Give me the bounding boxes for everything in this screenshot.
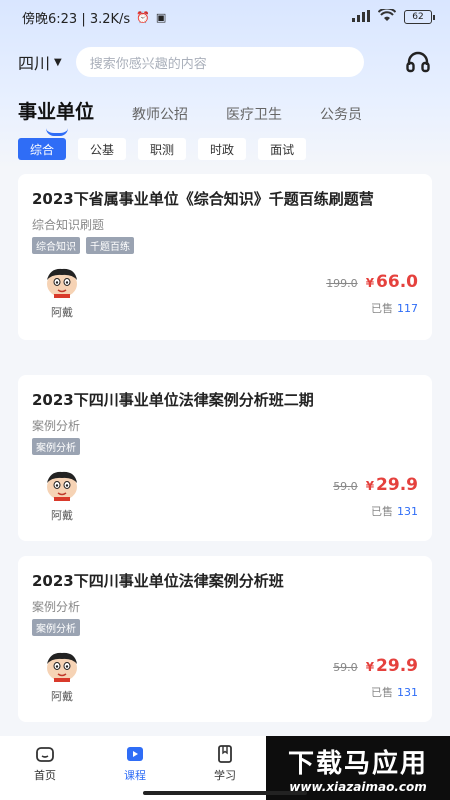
nav-label: 学习 <box>214 769 236 782</box>
course-meta: 阿戴 59.0 ¥29.9 已售 131 <box>32 650 418 706</box>
tab-medical[interactable]: 医疗卫生 <box>226 104 282 130</box>
filter-public-basics[interactable]: 公基 <box>78 138 127 160</box>
tab-label: 事业单位 <box>18 101 95 123</box>
original-price: 59.0 <box>333 661 358 674</box>
tab-label: 医疗卫生 <box>226 107 283 123</box>
price-value: 29.9 <box>376 475 418 495</box>
course-tag: 案例分析 <box>32 438 80 455</box>
search-placeholder: 搜索你感兴趣的内容 <box>89 56 207 72</box>
tab-label: 教师公招 <box>132 107 189 123</box>
alarm-icon: ⏰ <box>136 10 150 24</box>
teacher-avatar <box>42 469 82 501</box>
sold-count: 已售 117 <box>371 300 418 316</box>
course-tags: 案例分析 <box>32 438 418 455</box>
nav-label: 首页 <box>34 769 56 782</box>
nav-label: 课程 <box>124 769 146 782</box>
sold-label: 已售 <box>371 302 393 315</box>
course-tags: 案例分析 <box>32 619 418 636</box>
course-tag: 综合知识 <box>32 237 80 254</box>
sold-number: 117 <box>397 302 418 315</box>
top-header: 四川 ▼ 搜索你感兴趣的内容 <box>0 44 450 80</box>
headset-icon[interactable] <box>404 48 432 76</box>
teacher-info: 阿戴 <box>40 266 84 320</box>
home-indicator[interactable] <box>143 791 307 795</box>
current-price: ¥29.9 <box>366 656 418 676</box>
course-title: 2023下四川事业单位法律案例分析班二期 <box>32 391 314 409</box>
teacher-name: 阿戴 <box>51 690 73 703</box>
current-price: ¥66.0 <box>366 272 418 292</box>
filter-current-affairs[interactable]: 时政 <box>198 138 247 160</box>
teacher-avatar <box>42 266 82 298</box>
course-meta: 阿戴 59.0 ¥29.9 已售 131 <box>32 469 418 525</box>
sold-count: 已售 131 <box>371 684 418 700</box>
course-tag: 案例分析 <box>32 619 80 636</box>
teacher-info: 阿戴 <box>40 469 84 523</box>
sold-count: 已售 131 <box>371 503 418 519</box>
filter-interview[interactable]: 面试 <box>258 138 307 160</box>
course-card[interactable]: 2023下四川事业单位法律案例分析班二期 案例分析 案例分析 阿戴 59.0 ¥… <box>18 375 432 541</box>
course-card[interactable]: 2023下四川事业单位法律案例分析班 案例分析 案例分析 阿戴 59.0 ¥ 2… <box>18 556 432 722</box>
tab-public-institution[interactable]: 事业单位 <box>18 97 95 136</box>
category-tabs: 事业单位 教师公招 医疗卫生 公务员 <box>0 96 450 136</box>
tab-civil-servant[interactable]: 公务员 <box>320 104 362 130</box>
subject-filter: 综合 公基 职测 时政 面试 <box>0 138 450 160</box>
teacher-name: 阿戴 <box>51 509 73 522</box>
search-input[interactable]: 搜索你感兴趣的内容 <box>75 47 364 77</box>
nfc-icon: ▣ <box>155 10 167 24</box>
teacher-name: 阿戴 <box>51 306 73 319</box>
status-time: 傍晚6:23 | 3.2K/s <box>22 11 131 27</box>
tab-label: 公务员 <box>320 107 363 123</box>
tab-teacher[interactable]: 教师公招 <box>132 104 188 130</box>
course-title: 2023下四川事业单位法律案例分析班 <box>32 572 284 590</box>
sold-number: 131 <box>397 686 418 699</box>
price-value: 66.0 <box>376 272 418 292</box>
price-info: 59.0 ¥29.9 <box>333 656 418 676</box>
filter-general[interactable]: 综合 <box>18 138 67 160</box>
currency-symbol: ¥ <box>365 276 375 290</box>
filter-aptitude[interactable]: 职测 <box>138 138 187 160</box>
price-value: 29.9 <box>376 656 418 676</box>
sold-label: 已售 <box>371 505 393 518</box>
book-icon <box>218 745 232 763</box>
watermark-title: 下载马应用 <box>287 748 428 779</box>
battery-level: 62 <box>412 12 424 22</box>
course-meta: 阿戴 199.0 ¥66.0 已售 117 <box>32 266 418 324</box>
course-subtitle: 案例分析 <box>32 419 81 433</box>
course-tag: 千题百练 <box>86 237 134 254</box>
original-price: 199.0 <box>326 277 358 290</box>
caret-down-icon: ▼ <box>54 56 62 68</box>
status-bar: 傍晚6:23 | 3.2K/s ⏰ ▣ 62 <box>0 0 450 34</box>
nav-home[interactable]: 首页 <box>0 744 90 800</box>
original-price: 59.0 <box>333 480 358 493</box>
course-subtitle: 案例分析 <box>32 600 81 614</box>
watermark-url: www.xiazaimao.com <box>289 779 427 794</box>
currency-symbol: ¥ <box>365 479 375 493</box>
sold-label: 已售 <box>371 686 393 699</box>
course-title: 2023下省属事业单位《综合知识》千题百练刷题营 <box>32 190 374 208</box>
current-price: ¥29.9 <box>366 475 418 495</box>
course-tags: 综合知识 千题百练 <box>32 237 418 254</box>
currency-symbol: ¥ <box>365 660 375 674</box>
city-label: 四川 <box>18 54 51 73</box>
course-card[interactable]: 2023下省属事业单位《综合知识》千题百练刷题营 综合知识刷题 综合知识 千题百… <box>18 174 432 340</box>
teacher-avatar <box>42 650 82 682</box>
play-icon <box>127 747 143 761</box>
signal-icon <box>352 9 370 25</box>
home-icon <box>36 747 54 762</box>
battery-icon: 62 <box>404 10 435 24</box>
sold-number: 131 <box>397 505 418 518</box>
wifi-icon <box>377 7 397 25</box>
city-selector[interactable]: 四川 ▼ <box>18 50 62 74</box>
price-info: 59.0 ¥29.9 <box>333 475 418 495</box>
price-info: 199.0 ¥66.0 <box>326 272 418 292</box>
teacher-info: 阿戴 <box>40 650 84 704</box>
course-subtitle: 综合知识刷题 <box>32 218 105 232</box>
